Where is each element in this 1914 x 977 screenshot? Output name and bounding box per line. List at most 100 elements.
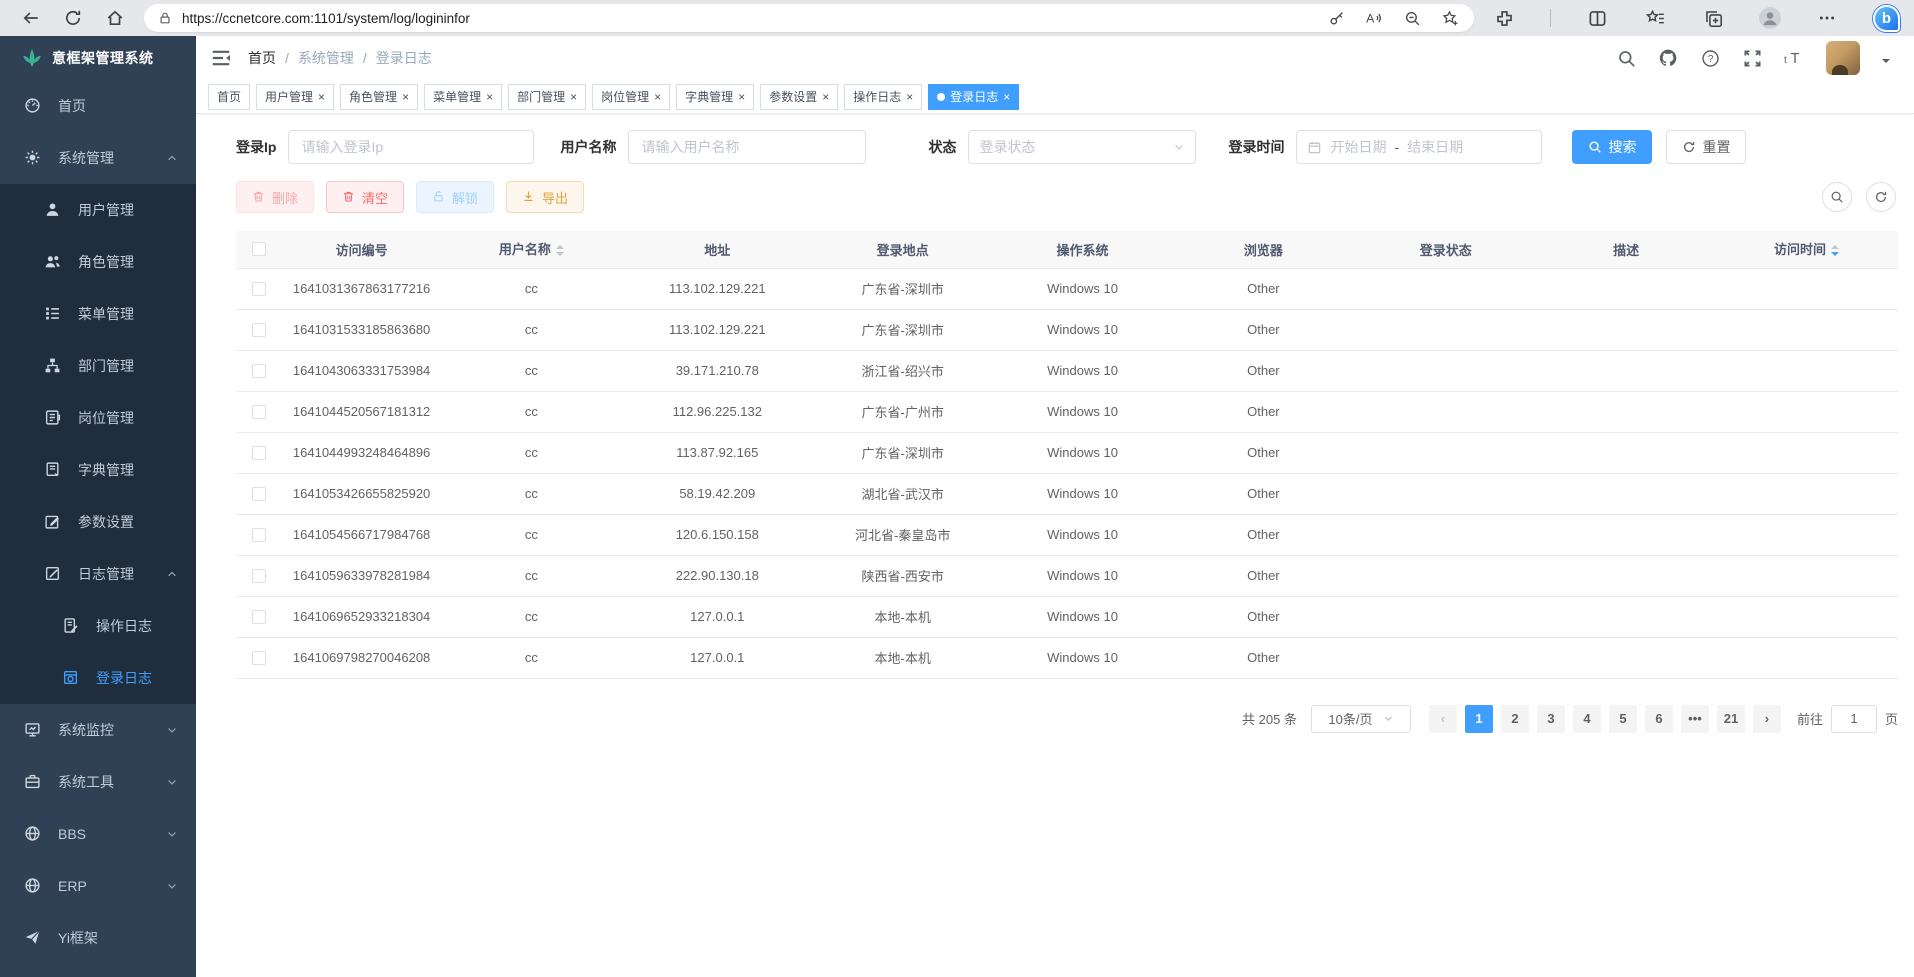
close-icon[interactable]: ×: [570, 91, 577, 103]
sidebar-item-字典管理[interactable]: 字典管理: [0, 444, 196, 496]
sidebar-item-系统工具[interactable]: 系统工具: [0, 756, 196, 808]
clear-button[interactable]: 清空: [326, 181, 404, 213]
page-button-6[interactable]: 6: [1645, 705, 1673, 733]
bing-copilot-icon[interactable]: b: [1873, 5, 1900, 32]
sort-asc-caret[interactable]: [1831, 241, 1839, 249]
sidebar-item-ERP[interactable]: ERP: [0, 860, 196, 912]
column-header-用户名称[interactable]: 用户名称: [441, 231, 622, 268]
row-checkbox[interactable]: [252, 651, 266, 665]
search-icon[interactable]: [1616, 48, 1636, 68]
row-checkbox[interactable]: [252, 282, 266, 296]
close-icon[interactable]: ×: [654, 91, 661, 103]
avatar-caret-icon[interactable]: [1882, 59, 1890, 67]
tab-菜单管理[interactable]: 菜单管理×: [424, 84, 502, 110]
tab-字典管理[interactable]: 字典管理×: [676, 84, 754, 110]
font-size-icon[interactable]: tT: [1784, 48, 1804, 68]
page-button-2[interactable]: 2: [1501, 705, 1529, 733]
page-button-3[interactable]: 3: [1537, 705, 1565, 733]
select-all-checkbox[interactable]: [252, 242, 266, 256]
export-button[interactable]: 导出: [506, 181, 584, 213]
browser-menu-icon[interactable]: [1815, 6, 1839, 30]
page-button-1[interactable]: 1: [1465, 705, 1493, 733]
sort-caret-icon[interactable]: [1831, 241, 1839, 260]
address-bar[interactable]: https://ccnetcore.com:1101/system/log/lo…: [144, 4, 1474, 32]
goto-page-input[interactable]: [1831, 705, 1877, 733]
more-pages-button[interactable]: •••: [1681, 705, 1709, 733]
sidebar-item-日志管理[interactable]: 日志管理: [0, 548, 196, 600]
sidebar-item-参数设置[interactable]: 参数设置: [0, 496, 196, 548]
row-checkbox[interactable]: [252, 323, 266, 337]
tab-操作日志[interactable]: 操作日志×: [844, 84, 922, 110]
table-row[interactable]: 1641031367863177216cc113.102.129.221广东省-…: [236, 268, 1898, 309]
tab-角色管理[interactable]: 角色管理×: [340, 84, 418, 110]
sort-caret-icon[interactable]: [556, 241, 564, 260]
sidebar-item-Yi框架[interactable]: Yi框架: [0, 912, 196, 964]
tab-岗位管理[interactable]: 岗位管理×: [592, 84, 670, 110]
page-button-5[interactable]: 5: [1609, 705, 1637, 733]
row-checkbox[interactable]: [252, 487, 266, 501]
fullscreen-icon[interactable]: [1742, 48, 1762, 68]
browser-home-icon[interactable]: [102, 5, 128, 31]
login-ip-input[interactable]: [288, 130, 534, 164]
sidebar-item-用户管理[interactable]: 用户管理: [0, 184, 196, 236]
favorite-star-icon[interactable]: [1438, 6, 1462, 30]
next-page-button[interactable]: ›: [1753, 705, 1781, 733]
favorites-bar-icon[interactable]: [1643, 6, 1667, 30]
prev-page-button[interactable]: ‹: [1429, 705, 1457, 733]
column-header-访问时间[interactable]: 访问时间: [1715, 231, 1898, 268]
collections-icon[interactable]: [1701, 6, 1725, 30]
sort-desc-caret[interactable]: [1831, 252, 1839, 260]
sort-asc-caret[interactable]: [556, 241, 564, 249]
page-button-4[interactable]: 4: [1573, 705, 1601, 733]
page-size-select[interactable]: 10条/页: [1311, 705, 1411, 733]
sidebar-item-部门管理[interactable]: 部门管理: [0, 340, 196, 392]
zoom-out-icon[interactable]: [1400, 6, 1424, 30]
split-screen-icon[interactable]: [1585, 6, 1609, 30]
table-row[interactable]: 1641059633978281984cc222.90.130.18陕西省-西安…: [236, 555, 1898, 596]
table-row[interactable]: 1641053426655825920cc58.19.42.209湖北省-武汉市…: [236, 473, 1898, 514]
sidebar-item-操作日志[interactable]: 操作日志: [0, 600, 196, 652]
row-checkbox[interactable]: [252, 405, 266, 419]
user-name-input[interactable]: [628, 130, 866, 164]
row-checkbox[interactable]: [252, 446, 266, 460]
close-icon[interactable]: ×: [486, 91, 493, 103]
browser-profile-avatar[interactable]: [1759, 7, 1781, 29]
table-row[interactable]: 1641054566717984768cc120.6.150.158河北省-秦皇…: [236, 514, 1898, 555]
table-row[interactable]: 1641043063331753984cc39.171.210.78浙江省-绍兴…: [236, 350, 1898, 391]
row-checkbox[interactable]: [252, 364, 266, 378]
reset-button[interactable]: 重置: [1666, 130, 1746, 164]
close-icon[interactable]: ×: [318, 91, 325, 103]
app-logo[interactable]: 意框架管理系统: [0, 36, 196, 80]
table-row[interactable]: 1641044520567181312cc112.96.225.132广东省-广…: [236, 391, 1898, 432]
table-row[interactable]: 1641031533185863680cc113.102.129.221广东省-…: [236, 309, 1898, 350]
help-icon[interactable]: ?: [1700, 48, 1720, 68]
breadcrumb-home[interactable]: 首页: [248, 48, 276, 68]
sidebar-item-登录日志[interactable]: 登录日志: [0, 652, 196, 704]
row-checkbox[interactable]: [252, 610, 266, 624]
status-select[interactable]: 登录状态: [968, 130, 1196, 164]
tab-首页[interactable]: 首页: [208, 84, 250, 110]
toggle-search-button[interactable]: [1822, 182, 1852, 212]
read-aloud-icon[interactable]: A: [1362, 6, 1386, 30]
browser-refresh-icon[interactable]: [60, 5, 86, 31]
browser-back-icon[interactable]: [18, 5, 44, 31]
table-row[interactable]: 1641069652933218304cc127.0.0.1本地-本机Windo…: [236, 596, 1898, 637]
github-icon[interactable]: [1658, 48, 1678, 68]
extensions-icon[interactable]: [1492, 6, 1516, 30]
close-icon[interactable]: ×: [906, 91, 913, 103]
sidebar-item-系统管理[interactable]: 系统管理: [0, 132, 196, 184]
hamburger-icon[interactable]: [210, 47, 232, 69]
date-range-picker[interactable]: 开始日期 - 结束日期: [1296, 130, 1542, 164]
tab-参数设置[interactable]: 参数设置×: [760, 84, 838, 110]
close-icon[interactable]: ×: [738, 91, 745, 103]
delete-button[interactable]: 删除: [236, 181, 314, 213]
sidebar-item-岗位管理[interactable]: 岗位管理: [0, 392, 196, 444]
sort-desc-caret[interactable]: [556, 252, 564, 260]
sidebar-item-系统监控[interactable]: 系统监控: [0, 704, 196, 756]
user-avatar[interactable]: [1826, 41, 1860, 75]
table-row[interactable]: 1641069798270046208cc127.0.0.1本地-本机Windo…: [236, 637, 1898, 678]
close-icon[interactable]: ×: [1003, 91, 1010, 103]
sidebar-item-首页[interactable]: 首页: [0, 80, 196, 132]
close-icon[interactable]: ×: [822, 91, 829, 103]
tab-用户管理[interactable]: 用户管理×: [256, 84, 334, 110]
